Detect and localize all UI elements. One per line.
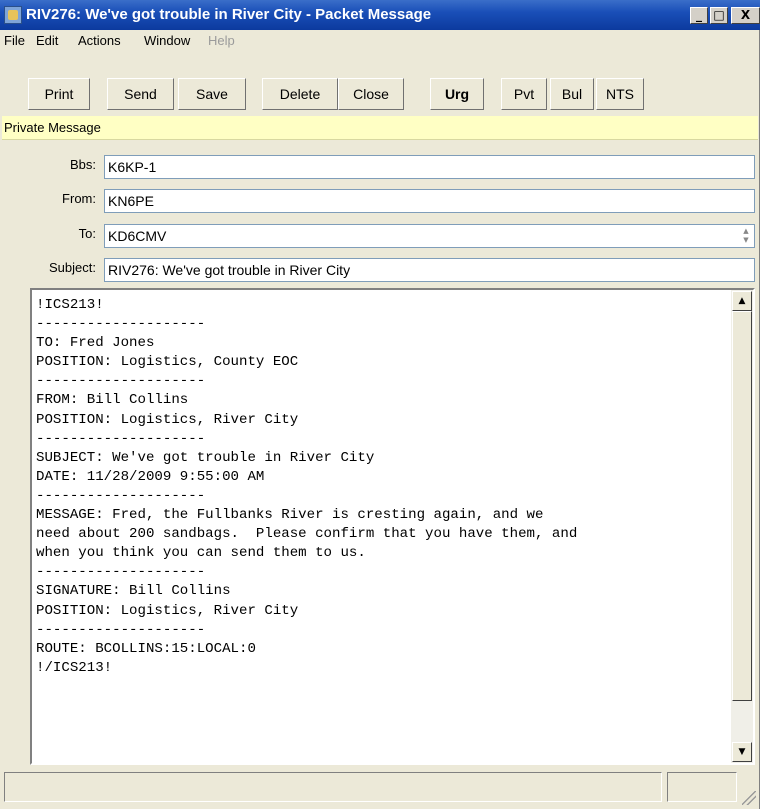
subject-label: Subject: [49,260,96,275]
from-field[interactable]: KN6PE [104,189,755,213]
spinner-arrows-icon[interactable]: ▲ ▼ [740,227,752,245]
bulletin-button[interactable]: Bul [550,78,594,110]
message-type-banner: Private Message [2,116,758,140]
urgent-button[interactable]: Urg [430,78,484,110]
close-button[interactable]: Close [338,78,404,110]
to-field[interactable]: KD6CMV ▲ ▼ [104,224,755,248]
menu-window[interactable]: Window [144,33,190,48]
print-button[interactable]: Print [28,78,90,110]
to-value: KD6CMV [108,228,167,244]
scroll-up-icon[interactable]: ▲ [732,291,752,311]
from-label: From: [62,191,96,206]
toolbar: Print Send Save Delete Close Urg Pvt Bul… [0,52,760,114]
resize-grip-icon[interactable] [742,791,756,805]
menu-file[interactable]: File [4,33,25,48]
message-body-area[interactable]: !ICS213! -------------------- TO: Fred J… [30,288,755,765]
message-body-text[interactable]: !ICS213! -------------------- TO: Fred J… [36,296,726,678]
send-button[interactable]: Send [107,78,174,110]
status-bar [0,770,760,809]
packet-message-window: RIV276: We've got trouble in River City … [0,0,760,809]
status-panel-secondary [667,772,737,802]
subject-field[interactable]: RIV276: We've got trouble in River City [104,258,755,282]
nts-button[interactable]: NTS [596,78,644,110]
menu-bar: File Edit Actions Window Help [0,30,760,52]
status-panel-main [4,772,662,802]
menu-actions[interactable]: Actions [78,33,121,48]
close-window-button[interactable]: X [731,7,760,24]
vertical-scrollbar[interactable]: ▲ ▼ [731,290,753,763]
save-button[interactable]: Save [178,78,246,110]
scroll-thumb[interactable] [732,311,752,701]
menu-edit[interactable]: Edit [36,33,58,48]
menu-help[interactable]: Help [208,33,235,48]
bbs-field[interactable]: K6KP-1 [104,155,755,179]
to-label: To: [78,226,96,241]
minimize-button[interactable]: _ [690,7,708,24]
scroll-down-icon[interactable]: ▼ [732,742,752,762]
bbs-label: Bbs: [69,157,96,172]
app-icon[interactable] [4,6,22,24]
window-title: RIV276: We've got trouble in River City … [26,6,432,23]
maximize-button[interactable]: □ [710,7,728,24]
delete-button[interactable]: Delete [262,78,338,110]
title-bar[interactable]: RIV276: We've got trouble in River City … [0,0,760,30]
private-button[interactable]: Pvt [501,78,547,110]
